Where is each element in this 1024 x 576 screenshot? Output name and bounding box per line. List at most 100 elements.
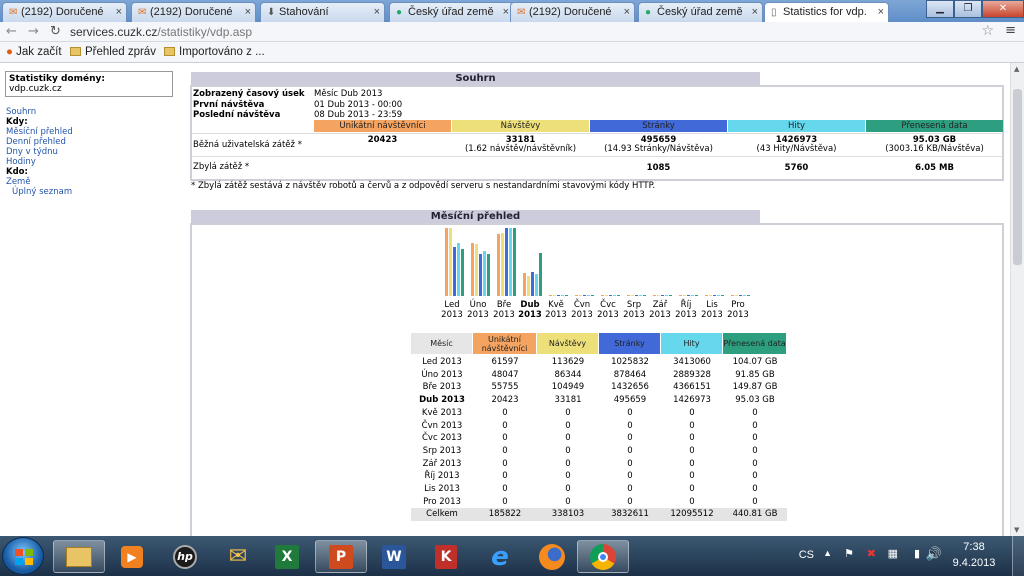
table-cell: 4366151: [673, 382, 711, 393]
table-header: Unikátní návštěvníci: [473, 333, 536, 354]
language-indicator[interactable]: CS: [799, 549, 814, 561]
table-cell: 0: [565, 471, 571, 482]
table-cell: 3832611: [599, 508, 661, 522]
volume-icon[interactable]: 🔊: [926, 546, 942, 562]
table-cell: 338103: [537, 508, 599, 522]
sidebar-item-daily[interactable]: Denní přehled: [6, 137, 73, 147]
scroll-up-icon[interactable]: ▲: [1014, 65, 1019, 73]
mail-icon: ✉: [9, 7, 18, 18]
browser-tab[interactable]: ✉ (2192) Doručené ×: [131, 2, 256, 22]
table-cell: 0: [502, 458, 508, 469]
table-cell: 0: [502, 420, 508, 431]
vertical-scrollbar[interactable]: ▲ ▼: [1010, 63, 1024, 536]
start-button[interactable]: [2, 537, 44, 575]
scroll-thumb[interactable]: [1013, 89, 1022, 265]
bookmark-star-icon[interactable]: ☆: [981, 23, 994, 39]
close-icon[interactable]: ×: [374, 3, 380, 21]
close-icon[interactable]: ×: [116, 3, 122, 21]
firefox-icon[interactable]: [526, 540, 578, 573]
powerpoint-icon[interactable]: P: [315, 540, 367, 573]
table-row-month: Bře 2013: [422, 382, 462, 393]
sidebar-heading: Kdy:: [6, 117, 28, 127]
browser-tab-active[interactable]: ▯ Statistics for vdp. ×: [764, 2, 889, 22]
sidebar-item-weekdays[interactable]: Dny v týdnu: [6, 147, 73, 157]
scroll-down-icon[interactable]: ▼: [1014, 526, 1019, 534]
show-desktop-button[interactable]: [1012, 536, 1024, 576]
close-icon[interactable]: ×: [245, 3, 251, 21]
network-icon[interactable]: ▦: [888, 547, 898, 560]
close-icon[interactable]: ×: [752, 3, 758, 21]
browser-tab[interactable]: ✉ (2192) Doručené ×: [2, 2, 127, 22]
sidebar-item-monthly[interactable]: Měsíční přehled: [6, 127, 73, 137]
menu-wrench-icon[interactable]: ≡: [1005, 23, 1016, 38]
excel-icon[interactable]: X: [261, 540, 313, 573]
globe-icon: ●: [396, 7, 403, 18]
browser-tab[interactable]: ● Český úřad země ×: [389, 2, 514, 22]
table-cell: 0: [502, 445, 508, 456]
table-cell: 91.85 GB: [735, 369, 775, 380]
chart-bar: [579, 295, 582, 296]
chart-bar: [635, 295, 638, 296]
maximize-icon[interactable]: ❐: [954, 0, 982, 18]
chart-bar: [539, 253, 542, 296]
reload-icon[interactable]: ↻: [50, 24, 61, 39]
close-icon[interactable]: ×: [503, 3, 509, 21]
sidebar-item-countries[interactable]: Země: [6, 177, 73, 187]
table-cell: 0: [752, 496, 758, 507]
chart-bar: [553, 295, 556, 296]
signal-icon[interactable]: ▮: [914, 547, 920, 560]
table-cell: 104.07 GB: [732, 357, 778, 367]
chart-bar: [601, 295, 604, 296]
browser-tab[interactable]: ⬇ Stahování ×: [260, 2, 385, 22]
table-cell: 1432656: [611, 382, 649, 393]
browser-tab[interactable]: ● Český úřad země ×: [638, 2, 763, 22]
close-icon[interactable]: ×: [624, 3, 630, 21]
chart-bar: [509, 228, 512, 296]
kaspersky-icon[interactable]: K: [420, 540, 472, 573]
back-icon[interactable]: ←: [6, 24, 17, 39]
chart-month-label: Říj 2013: [675, 300, 697, 320]
sidebar-item-souhrn[interactable]: Souhrn: [6, 107, 73, 117]
table-row-month: Kvě 2013: [421, 407, 463, 418]
sidebar-item-hours[interactable]: Hodiny: [6, 157, 73, 167]
chart-bar: [643, 295, 646, 296]
minimize-icon[interactable]: ▁: [926, 0, 954, 18]
ie-icon[interactable]: e: [474, 540, 526, 573]
chart-bar: [657, 295, 660, 296]
security-icon[interactable]: ✖: [867, 547, 876, 560]
clock-time[interactable]: 7:38: [952, 541, 996, 553]
chrome-icon[interactable]: [577, 540, 629, 573]
chart-bar: [661, 295, 664, 296]
sidebar-item-full-list[interactable]: Úplný seznam: [6, 187, 73, 197]
table-cell: 0: [565, 420, 571, 431]
chart-month-label: Led 2013: [441, 300, 463, 320]
forward-icon[interactable]: →: [28, 24, 39, 39]
bookmark-folder[interactable]: Přehled zpráv: [70, 42, 156, 63]
table-row-month: Čvc 2013: [422, 433, 462, 444]
clock-date[interactable]: 9.4.2013: [944, 557, 1004, 569]
word-icon[interactable]: W: [368, 540, 420, 573]
chart-bar: [653, 295, 656, 296]
folder-icon[interactable]: [53, 540, 105, 573]
address-bar[interactable]: services.cuzk.cz/statistiky/vdp.asp: [70, 23, 998, 41]
media-player-icon[interactable]: ▶: [106, 540, 158, 573]
close-window-icon[interactable]: ✕: [982, 0, 1024, 18]
download-icon: ⬇: [267, 7, 276, 18]
chart-bar: [665, 295, 668, 296]
bookmark-folder[interactable]: Importováno z ...: [164, 42, 265, 63]
table-row-month: Dub 2013: [419, 395, 465, 406]
table-cell: 0: [689, 496, 695, 507]
flag-icon[interactable]: ⚑: [844, 547, 854, 560]
hp-icon[interactable]: hp: [159, 540, 211, 573]
table-cell: 0: [689, 433, 695, 444]
bookmark-item[interactable]: ● Jak začít: [6, 42, 62, 63]
mail-icon[interactable]: ✉: [212, 540, 264, 573]
close-icon[interactable]: ×: [878, 3, 884, 21]
folder-icon: [70, 47, 81, 56]
browser-tab[interactable]: ✉ (2192) Doručené ×: [510, 2, 635, 22]
tray-arrow-icon[interactable]: ▲: [823, 548, 832, 558]
table-cell: 0: [565, 445, 571, 456]
chart-bar: [605, 295, 608, 296]
chart-bar: [565, 295, 568, 296]
chart-bar: [735, 295, 738, 296]
